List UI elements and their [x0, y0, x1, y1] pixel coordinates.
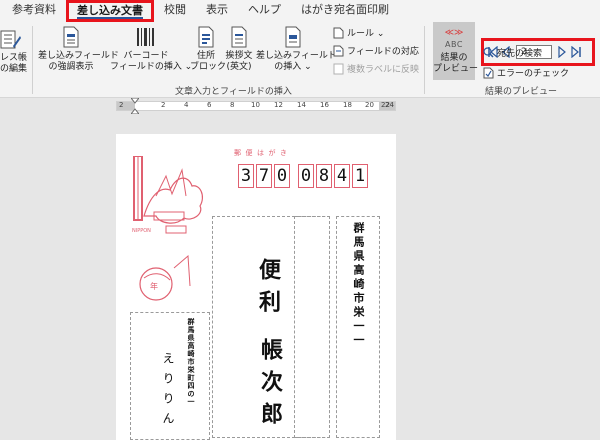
ruler-number: 8	[230, 101, 235, 109]
match-fields-button[interactable]: フィールドの対応	[333, 44, 419, 57]
insert-field-icon	[285, 26, 301, 48]
insert-merge-field-button[interactable]: 差し込みフィールド の挿入 ⌄	[256, 26, 337, 73]
last-record-button[interactable]	[570, 45, 582, 59]
abc-icon: ABC	[445, 40, 463, 49]
find-recipient-button[interactable]: 宛先の検索	[483, 46, 542, 59]
tab-mailings-label: 差し込み文書	[77, 4, 143, 19]
ruler-number: 2	[161, 101, 166, 109]
zip-digit: 8	[316, 164, 332, 188]
sender-name: えりりん	[161, 352, 175, 432]
indent-marker-icon[interactable]	[131, 98, 139, 114]
ruler-number: 14	[297, 101, 306, 109]
ruler-number: 18	[343, 101, 352, 109]
zip-digit: 1	[352, 164, 368, 188]
ruler-number: 2	[119, 101, 124, 109]
edit-recipient-list-button[interactable]: レス帳 の編集	[0, 30, 28, 75]
next-record-button[interactable]	[556, 45, 568, 59]
tab-mailings[interactable]: 差し込み文書	[66, 0, 154, 22]
ruler-number: 20	[365, 101, 374, 109]
rules-icon	[333, 27, 344, 38]
preview-results-label: 結果の プレビュー	[433, 53, 479, 74]
document-page[interactable]: NIPPON 年 郵便はがき 3 7 0 0 8 4 1 群馬県高崎市栄一一 便…	[116, 134, 396, 440]
greeting-line-icon	[231, 26, 247, 48]
group-label-preview: 結果のプレビュー	[485, 87, 558, 97]
ruler-area: 2 2 4 6 8 10 12 14 16 18 20 22 24	[0, 98, 600, 114]
update-labels-button[interactable]: 複数ラベルに反映	[333, 62, 419, 75]
tab-view[interactable]: 表示	[196, 0, 238, 22]
new-year-stamp-icon: NIPPON 年	[132, 156, 204, 301]
insert-merge-field-label: 差し込みフィールド の挿入 ⌄	[256, 51, 337, 72]
preview-results-button[interactable]: ≪≫ ABC 結果の プレビュー	[433, 22, 479, 80]
check-errors-button[interactable]: エラーのチェック	[483, 66, 569, 79]
postal-label: 郵便はがき	[234, 149, 292, 157]
ruler-number: 6	[207, 101, 212, 109]
barcode-field-button[interactable]: バーコード フィールドの挿入 ⌄	[110, 26, 192, 73]
ruler-number: 24	[385, 101, 394, 109]
check-errors-icon	[483, 67, 494, 78]
zip-digit: 3	[238, 164, 254, 188]
ribbon-mailings: レス帳 の編集 差し込みフィールド の強調表示 バーコード フィールドの挿入 ⌄…	[0, 22, 600, 98]
highlight-fields-icon	[63, 26, 79, 48]
edit-list-icon	[0, 30, 21, 49]
next-record-icon	[558, 46, 566, 58]
rules-button[interactable]: ルール ⌄	[333, 26, 384, 39]
separator	[424, 26, 425, 94]
horizontal-ruler[interactable]: 2 2 4 6 8 10 12 14 16 18 20 22 24	[116, 98, 396, 114]
address-block-label: 住所 ブロック	[190, 51, 227, 72]
recipient-address: 群馬県高崎市栄一一	[352, 222, 365, 348]
rules-label: ルール ⌄	[347, 29, 385, 39]
svg-text:NIPPON: NIPPON	[132, 228, 151, 234]
find-recipient-label: 宛先の検索	[497, 49, 543, 59]
group-label-write-insert: 文章入力とフィールドの挿入	[175, 87, 292, 97]
ruler-number: 16	[320, 101, 329, 109]
find-recipient-icon	[483, 47, 494, 58]
update-labels-icon	[333, 63, 344, 74]
greeting-line-button[interactable]: 挨拶文 (英文)	[222, 26, 256, 73]
update-labels-label: 複数ラベルに反映	[347, 65, 420, 75]
preview-arrows-icon: ≪≫	[444, 28, 464, 38]
tab-help[interactable]: ヘルプ	[238, 0, 291, 22]
sender-address: 群馬県高崎市栄町四の一	[187, 318, 196, 406]
recipient-name-inner-frame	[294, 216, 330, 438]
tab-review[interactable]: 校閲	[154, 0, 196, 22]
greeting-line-label: 挨拶文 (英文)	[225, 51, 253, 72]
highlight-merge-fields-label: 差し込みフィールド の強調表示	[38, 51, 119, 72]
recipient-name-line-1: 便利	[255, 258, 281, 322]
zip-digit: 0	[274, 164, 290, 188]
ruler-number: 10	[251, 101, 260, 109]
barcode-field-label: バーコード フィールドの挿入 ⌄	[110, 51, 193, 72]
separator	[32, 26, 33, 94]
recipient-name-line-2: 帳次郎	[257, 338, 283, 434]
zip-digit: 0	[298, 164, 314, 188]
address-block-button[interactable]: 住所 ブロック	[190, 26, 226, 73]
match-fields-label: フィールドの対応	[347, 47, 419, 57]
ruler-number: 4	[184, 101, 189, 109]
match-fields-icon	[333, 45, 344, 56]
zip-digit: 7	[256, 164, 272, 188]
check-errors-label: エラーのチェック	[497, 69, 570, 79]
last-record-icon	[570, 46, 581, 58]
highlight-merge-fields-button[interactable]: 差し込みフィールド の強調表示	[38, 26, 119, 73]
ruler-number: 12	[274, 101, 283, 109]
svg-text:年: 年	[150, 281, 158, 291]
edit-recipient-list-label: レス帳 の編集	[0, 53, 28, 74]
barcode-icon	[137, 28, 154, 46]
zip-digit: 4	[334, 164, 350, 188]
address-block-icon	[198, 26, 214, 48]
ribbon-tab-bar: 参考資料 差し込み文書 校閲 表示 ヘルプ はがき宛名面印刷	[0, 0, 600, 22]
tab-references[interactable]: 参考資料	[0, 0, 66, 22]
tab-postcard-print[interactable]: はがき宛名面印刷	[291, 0, 399, 22]
